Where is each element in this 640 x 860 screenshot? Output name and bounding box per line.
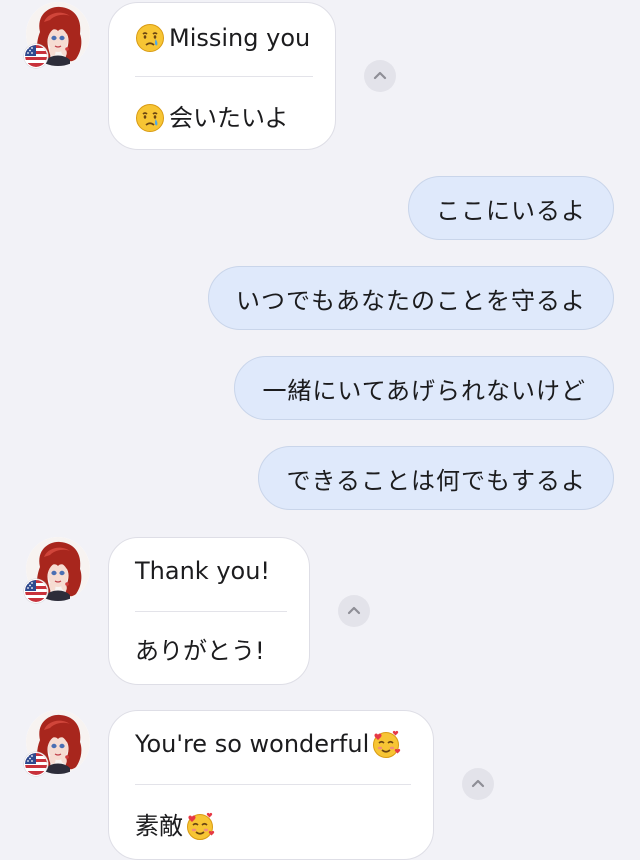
collapse-translation-button[interactable] — [338, 595, 370, 627]
partner-avatar[interactable] — [24, 2, 90, 68]
outgoing-bubble[interactable]: いつでもあなたのことを守るよ — [208, 266, 614, 330]
translation-divider — [135, 611, 287, 612]
outgoing-bubble[interactable]: できることは何でもするよ — [258, 446, 614, 510]
incoming-bubble[interactable]: You're so wonderful 素敵 — [108, 710, 434, 860]
translation-text-row: ありがとう! — [135, 636, 287, 666]
translation-divider — [135, 76, 313, 77]
translation-divider — [135, 784, 411, 785]
outgoing-text: できることは何でもするよ — [286, 466, 586, 495]
outgoing-bubble[interactable]: ここにいるよ — [408, 176, 614, 240]
translation-text-row: 素敵 — [135, 811, 411, 841]
original-text-row: Thank you! — [135, 556, 287, 586]
original-text-row: Missing you — [135, 23, 313, 53]
translation-text-row: 会いたいよ — [135, 103, 313, 133]
partner-avatar[interactable] — [24, 537, 90, 603]
incoming-bubble[interactable]: Missing you 会いたいよ — [108, 2, 336, 150]
chevron-up-icon — [364, 60, 396, 92]
partner-avatar[interactable] — [24, 710, 90, 776]
chevron-up-icon — [462, 768, 494, 800]
original-text: Thank you! — [135, 557, 271, 585]
outgoing-bubble[interactable]: 一緒にいてあげられないけど — [234, 356, 614, 420]
collapse-translation-button[interactable] — [462, 768, 494, 800]
smiling-face-with-hearts-icon — [371, 729, 401, 759]
original-text-row: You're so wonderful — [135, 729, 411, 759]
chat-thread: Missing you 会いたいよ ここにいるよ いつでもあなたのことを守るよ … — [0, 0, 640, 860]
original-text: Missing you — [169, 24, 311, 52]
chevron-up-icon — [338, 595, 370, 627]
outgoing-text: 一緒にいてあげられないけど — [262, 376, 586, 405]
smiling-face-with-hearts-icon — [185, 811, 215, 841]
translation-text: ありがとう! — [135, 637, 265, 665]
collapse-translation-button[interactable] — [364, 60, 396, 92]
translation-text: 会いたいよ — [169, 104, 289, 132]
outgoing-text: いつでもあなたのことを守るよ — [236, 286, 586, 315]
us-flag-icon — [24, 752, 48, 776]
incoming-bubble[interactable]: Thank you! ありがとう! — [108, 537, 310, 685]
translation-text: 素敵 — [135, 812, 183, 840]
us-flag-icon — [24, 44, 48, 68]
original-text: You're so wonderful — [135, 730, 370, 758]
crying-face-icon — [135, 103, 165, 133]
outgoing-text: ここにいるよ — [436, 196, 586, 225]
crying-face-icon — [135, 23, 165, 53]
us-flag-icon — [24, 579, 48, 603]
